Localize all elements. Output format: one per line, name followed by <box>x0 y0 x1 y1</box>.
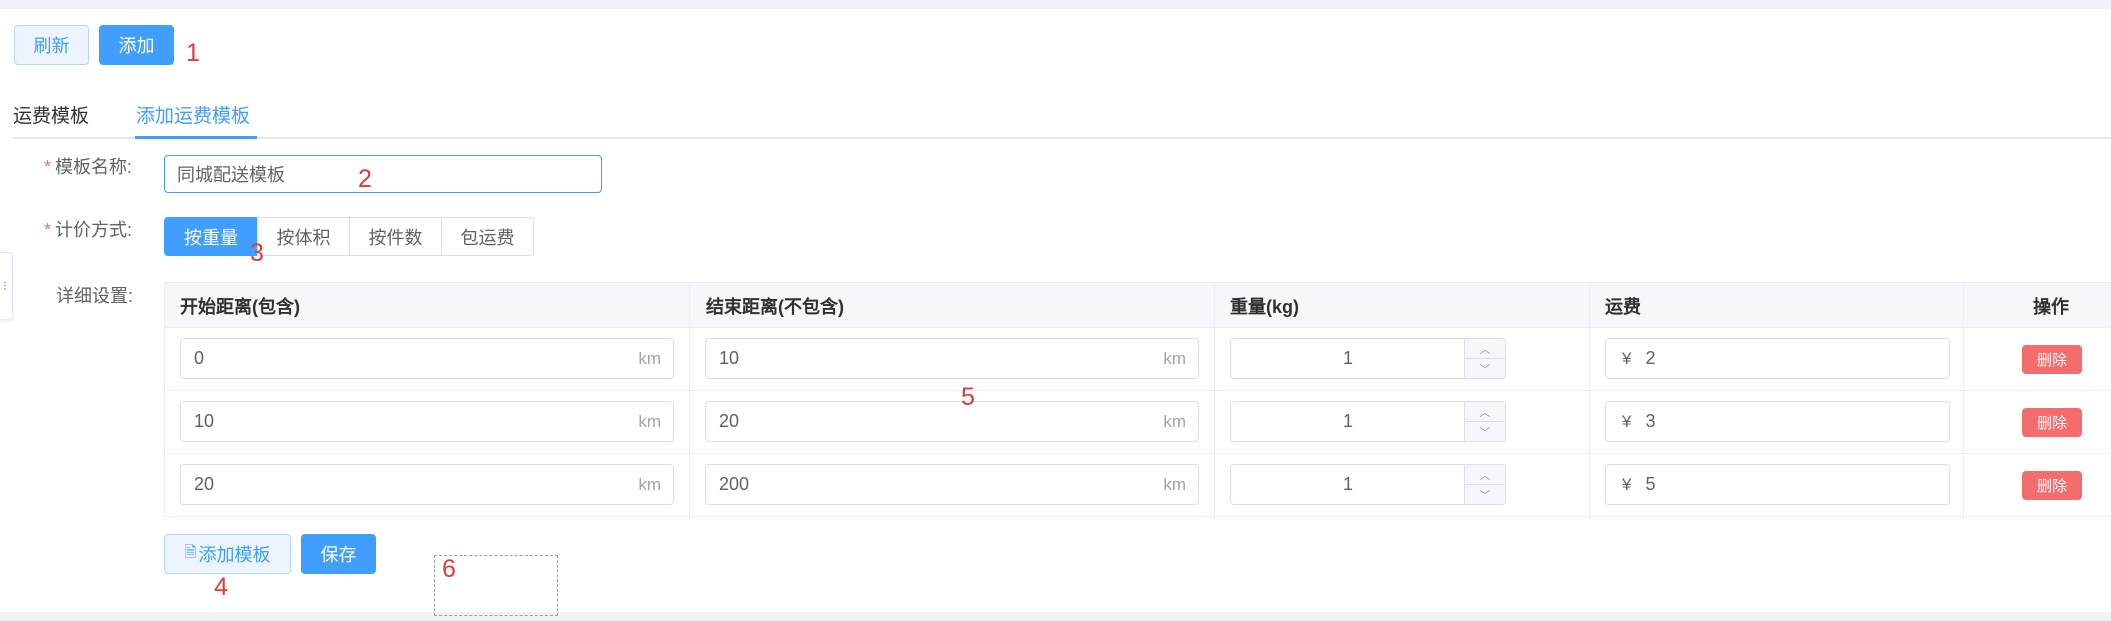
column-header-weight: 重量(kg) <box>1230 296 1299 317</box>
fee-value: 5 <box>1645 474 1656 494</box>
pricing-method-label-text: 计价方式: <box>55 220 133 240</box>
add-template-button[interactable]: 🗎 添加模板 <box>164 534 291 574</box>
annotation-marker-4: 4 <box>214 573 228 601</box>
table-row: 20 km 200 km 1 ︿ ﹀ ¥5 删除 <box>165 454 2111 517</box>
required-asterisk: * <box>44 157 52 177</box>
fee-input[interactable]: ¥5 <box>1605 464 1950 505</box>
chevron-down-icon[interactable]: ﹀ <box>1465 359 1505 378</box>
end-distance-value: 20 <box>719 411 740 431</box>
end-distance-input[interactable]: 10 km <box>705 338 1199 379</box>
weight-stepper[interactable]: 1 ︿ ﹀ <box>1230 401 1506 442</box>
chevron-up-icon[interactable]: ︿ <box>1465 339 1505 359</box>
handle-grip-icon: ⁝ <box>3 279 7 293</box>
column-header-fee: 运费 <box>1605 296 1641 317</box>
chevron-down-icon[interactable]: ﹀ <box>1465 422 1505 441</box>
annotation-marker-3: 3 <box>250 239 264 267</box>
detail-settings-label: 详细设置: <box>56 286 134 306</box>
chevron-up-icon[interactable]: ︿ <box>1465 402 1505 422</box>
template-name-label: * 模板名称: <box>44 153 132 179</box>
refresh-button[interactable]: 刷新 <box>14 25 89 65</box>
column-header-start-distance: 开始距离(包含) <box>180 296 300 317</box>
pricing-option-by-volume[interactable]: 按体积 <box>257 217 350 256</box>
table-header: 开始距离(包含) 结束距离(不包含) 重量(kg) 运费 操作 <box>165 283 2111 328</box>
pricing-option-by-count[interactable]: 按件数 <box>349 217 442 256</box>
unit-suffix: km <box>638 411 661 431</box>
pricing-option-by-weight[interactable]: 按重量 <box>164 217 258 256</box>
add-template-label: 添加模板 <box>198 545 271 565</box>
weight-stepper[interactable]: 1 ︿ ﹀ <box>1230 338 1506 379</box>
stepper-controls: ︿ ﹀ <box>1464 339 1505 378</box>
fee-input[interactable]: ¥3 <box>1605 401 1950 442</box>
currency-prefix: ¥ <box>1622 411 1632 431</box>
chevron-up-icon[interactable]: ︿ <box>1465 465 1505 485</box>
chevron-down-icon[interactable]: ﹀ <box>1465 485 1505 504</box>
table-row: 10 km 20 km 1 ︿ ﹀ ¥3 删除 <box>165 391 2111 454</box>
tab-bar: 运费模板 添加运费模板 <box>13 95 2111 139</box>
start-distance-value: 10 <box>194 411 215 431</box>
tab-add-shipping-template[interactable]: 添加运费模板 <box>136 101 250 128</box>
weight-stepper[interactable]: 1 ︿ ﹀ <box>1230 464 1506 505</box>
currency-prefix: ¥ <box>1622 474 1632 494</box>
document-icon: 🗎 <box>184 543 197 561</box>
delete-row-button[interactable]: 删除 <box>2022 345 2082 374</box>
template-name-label-text: 模板名称: <box>55 157 133 177</box>
end-distance-input[interactable]: 200 km <box>705 464 1199 505</box>
start-distance-input[interactable]: 0 km <box>180 338 674 379</box>
weight-value[interactable]: 1 <box>1231 339 1465 378</box>
stepper-controls: ︿ ﹀ <box>1464 465 1505 504</box>
unit-suffix: km <box>1163 348 1186 368</box>
column-header-end-distance: 结束距离(不包含) <box>706 296 844 317</box>
annotation-marker-6: 6 <box>442 555 456 583</box>
column-header-actions: 操作 <box>2033 296 2069 317</box>
start-distance-input[interactable]: 10 km <box>180 401 674 442</box>
start-distance-value: 0 <box>194 348 205 368</box>
currency-prefix: ¥ <box>1622 348 1632 368</box>
save-button[interactable]: 保存 <box>301 534 376 574</box>
weight-value[interactable]: 1 <box>1231 402 1465 441</box>
start-distance-value: 20 <box>194 474 215 494</box>
main-panel: ⁝ 刷新 添加 1 运费模板 添加运费模板 *模板名称: 2 *计价方式: 按重… <box>0 9 2111 616</box>
unit-suffix: km <box>638 474 661 494</box>
stepper-controls: ︿ ﹀ <box>1464 402 1505 441</box>
fee-input[interactable]: ¥2 <box>1605 338 1950 379</box>
pricing-method-label: * 计价方式: <box>44 216 132 242</box>
table-row: 0 km 10 km 1 ︿ ﹀ ¥2 删除 <box>165 328 2111 391</box>
annotation-marker-2: 2 <box>358 165 372 193</box>
template-name-input[interactable] <box>164 155 602 193</box>
active-tab-indicator <box>135 136 257 139</box>
unit-suffix: km <box>1163 474 1186 494</box>
pricing-option-free-shipping[interactable]: 包运费 <box>441 217 534 256</box>
start-distance-input[interactable]: 20 km <box>180 464 674 505</box>
annotation-marker-1: 1 <box>186 39 200 67</box>
delete-row-button[interactable]: 删除 <box>2022 408 2082 437</box>
shipping-rules-table: 开始距离(包含) 结束距离(不包含) 重量(kg) 运费 操作 0 km 10 km… <box>164 282 2111 519</box>
fee-value: 2 <box>1645 348 1656 368</box>
sidebar-collapse-handle[interactable]: ⁝ <box>0 252 13 320</box>
top-strip <box>0 0 2111 9</box>
tab-shipping-templates[interactable]: 运费模板 <box>13 101 89 128</box>
annotation-marker-5: 5 <box>961 383 975 411</box>
delete-row-button[interactable]: 删除 <box>2022 471 2082 500</box>
weight-value[interactable]: 1 <box>1231 465 1465 504</box>
pricing-method-radio-group: 按重量 按体积 按件数 包运费 <box>164 217 534 256</box>
unit-suffix: km <box>1163 411 1186 431</box>
end-distance-input[interactable]: 20 km <box>705 401 1199 442</box>
end-distance-value: 10 <box>719 348 740 368</box>
fee-value: 3 <box>1645 411 1656 431</box>
end-distance-value: 200 <box>719 474 750 494</box>
unit-suffix: km <box>638 348 661 368</box>
required-asterisk: * <box>44 220 52 240</box>
add-button[interactable]: 添加 <box>99 25 174 65</box>
